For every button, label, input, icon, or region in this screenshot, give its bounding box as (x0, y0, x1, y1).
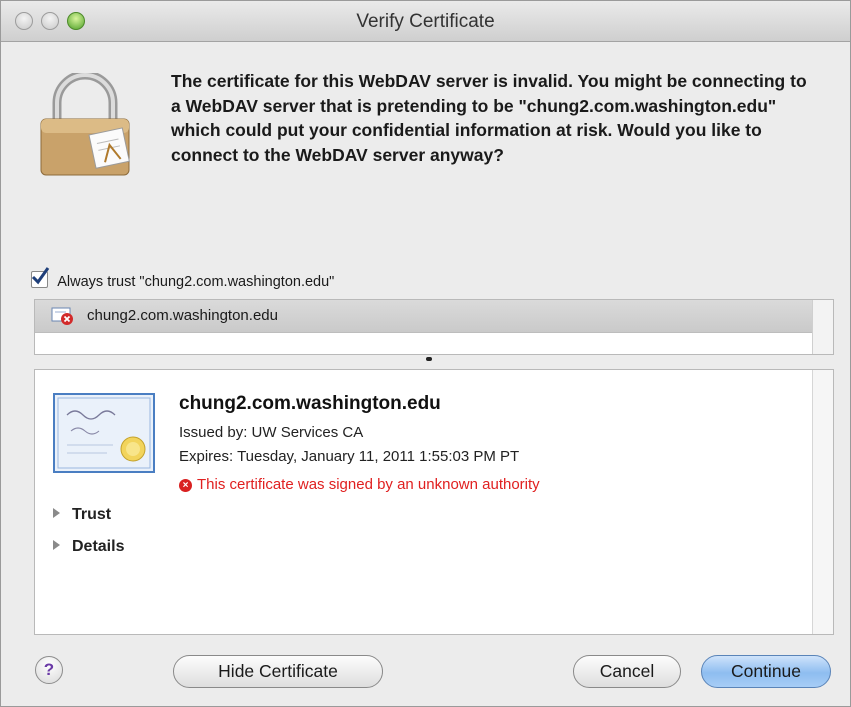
always-trust-checkbox[interactable] (31, 267, 50, 288)
always-trust-row[interactable]: Always trust "chung2.com.washington.edu" (31, 267, 335, 290)
cancel-button[interactable]: Cancel (573, 655, 681, 688)
details-disclosure-label: Details (72, 538, 125, 555)
disclosure-triangle-icon[interactable] (53, 508, 60, 518)
hide-certificate-button[interactable]: Hide Certificate (173, 655, 383, 688)
window-title: Verify Certificate (356, 11, 495, 32)
title-bar: Verify Certificate (1, 1, 850, 42)
details-disclosure[interactable]: Details (53, 538, 124, 556)
certificate-detail-pane: chung2.com.washington.edu Issued by: UW … (34, 369, 834, 635)
continue-button[interactable]: Continue (701, 655, 831, 688)
certificate-warning-text: This certificate was signed by an unknow… (197, 476, 540, 493)
detail-scrollbar[interactable] (812, 370, 833, 634)
disclosure-triangle-icon[interactable] (53, 540, 60, 550)
always-trust-label: Always trust "chung2.com.washington.edu" (57, 274, 335, 290)
certificate-name: chung2.com.washington.edu (179, 393, 441, 414)
splitter-handle[interactable] (426, 357, 432, 361)
lock-icon (40, 73, 130, 176)
certificate-list-item[interactable]: chung2.com.washington.edu (35, 300, 833, 333)
error-icon: × (179, 479, 192, 492)
certificate-error-icon (51, 307, 73, 325)
certificate-list[interactable]: chung2.com.washington.edu (34, 299, 834, 355)
certificate-warning: × This certificate was signed by an unkno… (179, 476, 540, 493)
certificate-issuer: Issued by: UW Services CA (179, 424, 364, 441)
trust-disclosure[interactable]: Trust (53, 506, 111, 524)
certificate-list-label: chung2.com.washington.edu (87, 307, 278, 324)
verify-certificate-dialog: Verify Certificate The certificate for t… (0, 0, 851, 707)
certificate-icon (53, 393, 155, 473)
checkmark-icon (31, 267, 50, 285)
certificate-list-scrollbar[interactable] (812, 300, 833, 354)
trust-disclosure-label: Trust (72, 506, 112, 523)
certificate-expiry: Expires: Tuesday, January 11, 2011 1:55:… (179, 448, 520, 465)
help-button[interactable]: ? (35, 656, 63, 684)
warning-message: The certificate for this WebDAV server i… (171, 71, 807, 165)
